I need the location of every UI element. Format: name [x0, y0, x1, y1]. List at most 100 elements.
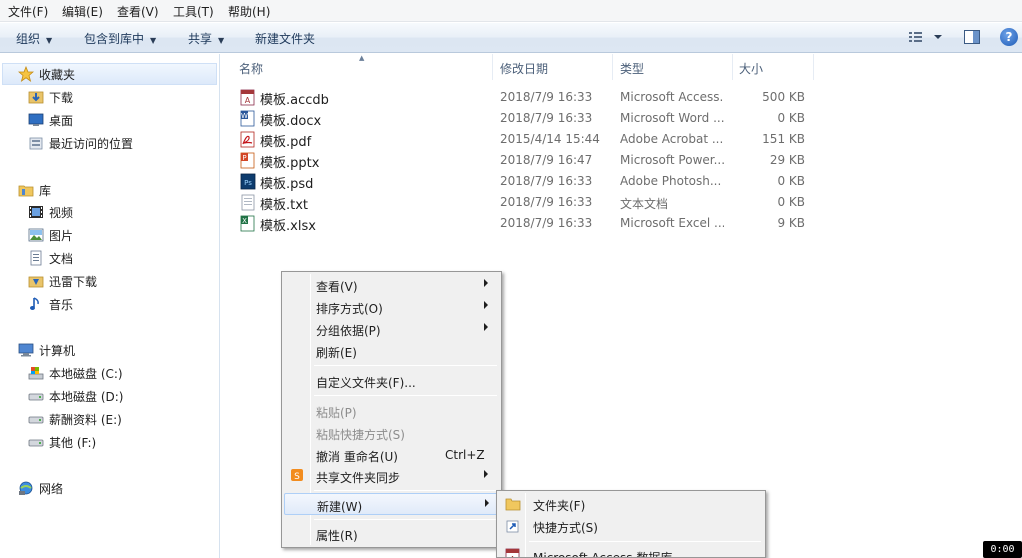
desktop-icon [28, 113, 44, 126]
network-icon [19, 481, 33, 495]
menu-bar: 文件(F) 编辑(E) 查看(V) 工具(T) 帮助(H) [0, 0, 1022, 22]
column-divider[interactable] [732, 54, 733, 80]
dropdown-arrow-icon: ▼ [46, 36, 53, 45]
menu-item-view[interactable]: 查看(V) [284, 274, 499, 296]
column-header-size[interactable]: 大小 [739, 60, 763, 77]
nav-music[interactable]: 音乐 [28, 294, 73, 314]
thunder-download-icon [28, 276, 44, 288]
nav-favorites[interactable]: 收藏夹 [18, 64, 75, 84]
file-name: 模板.xlsx [260, 219, 316, 234]
submenu-arrow-icon [484, 279, 488, 287]
system-drive-icon [28, 367, 44, 380]
organize-label: 组织 [16, 32, 41, 46]
menu-view[interactable]: 查看(V) [117, 3, 159, 20]
menu-file[interactable]: 文件(F) [8, 3, 48, 20]
nav-recent[interactable]: 最近访问的位置 [28, 133, 133, 153]
menu-item-label: 排序方式(O) [316, 302, 383, 316]
help-button[interactable]: ? [1000, 28, 1018, 46]
change-view-button[interactable] [908, 28, 948, 49]
menu-help[interactable]: 帮助(H) [228, 3, 270, 20]
menu-item-label: 刷新(E) [316, 346, 357, 360]
file-name: 模板.pptx [260, 156, 320, 171]
column-divider[interactable] [492, 54, 493, 80]
column-header-name[interactable]: 名称 [239, 60, 263, 77]
menu-item-sort-by[interactable]: 排序方式(O) [284, 296, 499, 318]
file-date: 2018/7/9 16:33 [500, 216, 593, 230]
submenu-item-access-database[interactable]: A Microsoft Access 数据库 [499, 545, 763, 557]
pictures-icon [28, 228, 44, 242]
file-name: 模板.psd [260, 177, 314, 192]
dropdown-arrow-icon: ▼ [218, 36, 225, 45]
nav-recent-label: 最近访问的位置 [49, 136, 134, 151]
menu-item-refresh[interactable]: 刷新(E) [284, 340, 499, 362]
excel-icon: X [240, 215, 255, 232]
file-row[interactable]: X 模板.xlsx 2018/7/9 16:33 Microsoft Excel… [221, 213, 821, 234]
column-divider[interactable] [813, 54, 814, 80]
file-date: 2018/7/9 16:33 [500, 90, 593, 104]
file-size: 0 KB [777, 195, 805, 209]
column-header-modified[interactable]: 修改日期 [500, 60, 548, 77]
menu-separator [314, 490, 497, 491]
file-row[interactable]: 模板.pdf 2015/4/14 15:44 Adobe Acrobat ...… [221, 129, 821, 150]
nav-thunder[interactable]: 迅雷下载 [28, 271, 97, 291]
file-name: 模板.docx [260, 114, 322, 129]
menu-item-properties[interactable]: 属性(R) [284, 523, 499, 545]
nav-drive-d[interactable]: 本地磁盘 (D:) [28, 386, 123, 406]
preview-pane-icon [964, 30, 980, 44]
share-button[interactable]: 共享 ▼ [188, 30, 224, 47]
new-folder-button[interactable]: 新建文件夹 [255, 30, 315, 47]
nav-desktop[interactable]: 桌面 [28, 110, 73, 130]
nav-drive-f[interactable]: 其他 (F:) [28, 432, 96, 452]
nav-network-label: 网络 [39, 481, 64, 496]
view-options-icon [909, 32, 942, 42]
file-row[interactable]: 模板.txt 2018/7/9 16:33 文本文档 0 KB [221, 192, 821, 213]
file-size: 151 KB [762, 132, 805, 146]
menu-item-group-by[interactable]: 分组依据(P) [284, 318, 499, 340]
navigation-pane: 收藏夹 下载 桌面 最近访问的位置 库 视频 图片 文档 迅雷下载 音乐 计算机 [0, 54, 220, 558]
column-header-type[interactable]: 类型 [620, 60, 644, 77]
word-icon: W [240, 110, 255, 127]
menu-item-customize-folder[interactable]: 自定义文件夹(F)... [284, 370, 499, 392]
menu-item-label: 查看(V) [316, 280, 358, 294]
menu-item-label: 撤消 重命名(U) [316, 450, 398, 464]
menu-item-label: 粘贴快捷方式(S) [316, 428, 405, 442]
file-date: 2018/7/9 16:33 [500, 195, 593, 209]
include-in-library-button[interactable]: 包含到库中 ▼ [84, 30, 156, 47]
nav-computer[interactable]: 计算机 [18, 340, 75, 360]
file-date: 2018/7/9 16:33 [500, 174, 593, 188]
nav-favorites-label: 收藏夹 [39, 67, 76, 82]
nav-pictures[interactable]: 图片 [28, 225, 73, 245]
file-row[interactable]: A 模板.accdb 2018/7/9 16:33 Microsoft Acce… [221, 87, 821, 108]
file-row[interactable]: Ps 模板.psd 2018/7/9 16:33 Adobe Photosh..… [221, 171, 821, 192]
menu-item-share-sync[interactable]: S 共享文件夹同步 [284, 465, 499, 487]
file-type: Adobe Photosh... [620, 174, 722, 188]
menu-item-label: 自定义文件夹(F)... [316, 376, 416, 390]
nav-network[interactable]: 网络 [18, 478, 63, 498]
file-name: 模板.accdb [260, 93, 329, 108]
submenu-item-shortcut[interactable]: 快捷方式(S) [499, 515, 763, 537]
nav-libraries[interactable]: 库 [18, 180, 51, 200]
access-icon: A [240, 89, 255, 106]
nav-videos[interactable]: 视频 [28, 202, 73, 222]
preview-pane-button[interactable] [963, 28, 981, 49]
recording-timer: 0:00 [983, 541, 1022, 558]
menu-item-undo-rename[interactable]: 撤消 重命名(U) Ctrl+Z [284, 444, 499, 466]
menu-item-label: 粘贴(P) [316, 406, 357, 420]
organize-button[interactable]: 组织 ▼ [16, 30, 52, 47]
menu-edit[interactable]: 编辑(E) [62, 3, 103, 20]
svg-text:X: X [242, 217, 247, 225]
menu-item-new[interactable]: 新建(W) [284, 493, 499, 515]
nav-downloads[interactable]: 下载 [28, 87, 73, 107]
nav-music-label: 音乐 [49, 297, 74, 312]
nav-drive-e[interactable]: 薪酬资料 (E:) [28, 409, 122, 429]
download-folder-icon [28, 91, 44, 104]
file-row[interactable]: P 模板.pptx 2018/7/9 16:47 Microsoft Power… [221, 150, 821, 171]
file-row[interactable]: W 模板.docx 2018/7/9 16:33 Microsoft Word … [221, 108, 821, 129]
menu-tools[interactable]: 工具(T) [173, 3, 214, 20]
file-type: 文本文档 [620, 197, 669, 211]
nav-drive-c[interactable]: 本地磁盘 (C:) [28, 363, 123, 383]
submenu-item-folder[interactable]: 文件夹(F) [499, 493, 763, 515]
nav-documents[interactable]: 文档 [28, 248, 73, 268]
column-divider[interactable] [612, 54, 613, 80]
file-type: Microsoft Power... [620, 153, 724, 167]
